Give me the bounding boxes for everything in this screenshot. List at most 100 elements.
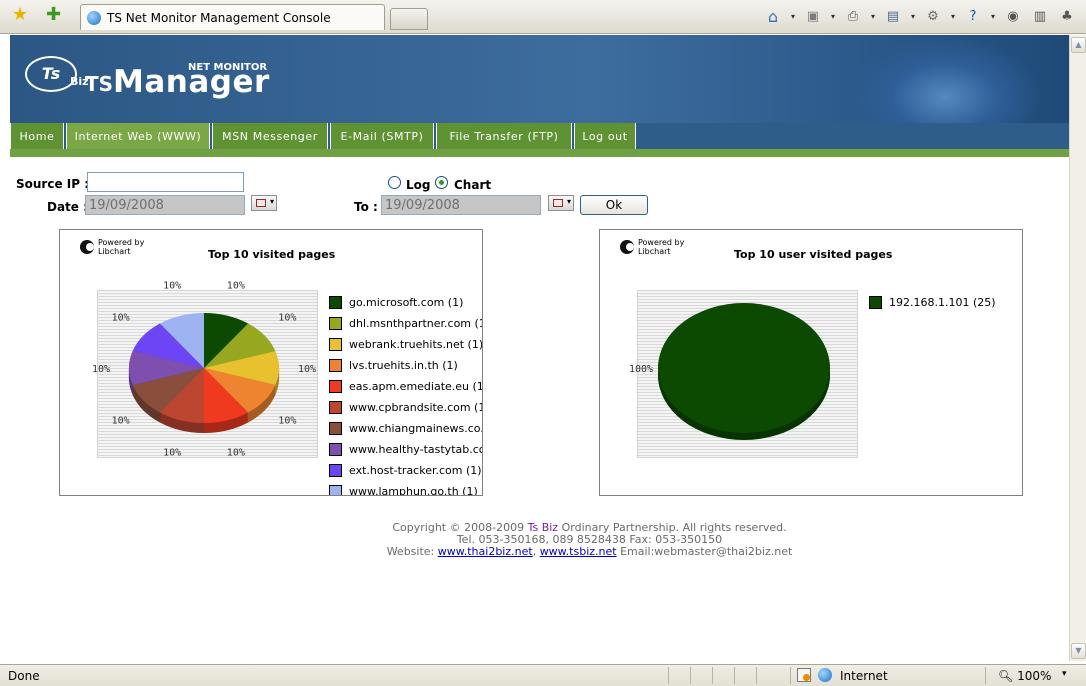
legend-label: www.chiangmainews.co. (349, 422, 483, 435)
legend-label: www.healthy-tastytab.co (349, 443, 483, 456)
legend-label: 192.168.1.101 (25) (889, 296, 996, 309)
status-divider (690, 667, 691, 684)
legend-swatch (329, 338, 342, 351)
legend-swatch (329, 380, 342, 393)
help-dropdown-icon[interactable]: ▾ (989, 5, 997, 27)
pie-data-label: 10% (227, 448, 245, 459)
status-divider (790, 667, 791, 684)
research-icon[interactable]: ◉ (1002, 5, 1024, 27)
page-menu-icon[interactable]: ▤ (882, 5, 904, 27)
page-dropdown-icon[interactable]: ▾ (909, 5, 917, 27)
home-icon[interactable]: ⌂ (762, 5, 784, 27)
protected-mode-icon[interactable] (797, 668, 811, 682)
nav-divider (10, 149, 1069, 157)
source-ip-input[interactable] (87, 172, 244, 192)
legend-label: www.cpbrandsite.com (1) (349, 401, 483, 414)
add-favorites-icon[interactable]: ✚ (46, 6, 61, 24)
home-dropdown-icon[interactable]: ▾ (789, 5, 797, 27)
tab-title: TS Net Monitor Management Console (107, 11, 331, 25)
legend-label: ext.host-tracker.com (1) (349, 464, 482, 477)
nav-tab-internet-web[interactable]: Internet Web (WWW) (66, 123, 210, 149)
feeds-dropdown-icon[interactable]: ▾ (829, 5, 837, 27)
chart-panel-visited-pages: Powered by Libchart Top 10 visited pages… (59, 229, 483, 496)
pie-data-label: 10% (278, 416, 296, 427)
nav-tab-log-out[interactable]: Log out (574, 123, 636, 149)
nav-tab-email-smtp[interactable]: E-Mail (SMTP) (330, 123, 434, 149)
print-dropdown-icon[interactable]: ▾ (869, 5, 877, 27)
legend-label: eas.apm.emediate.eu (1) (349, 380, 483, 393)
pie-chart-svg: 100% (629, 303, 830, 440)
status-text: Done (8, 669, 40, 683)
pie-data-label: 10% (278, 312, 296, 323)
date-to-calendar-button[interactable]: ▾ (548, 195, 574, 211)
browser-toolbar: ★ ✚ TS Net Monitor Management Console ⌂ … (0, 0, 1086, 34)
legend-swatch (869, 296, 882, 309)
pie-data-label: 10% (298, 364, 316, 375)
status-divider (985, 667, 986, 684)
source-ip-label: Source IP : (16, 177, 90, 191)
status-bar: Done Internet 🔍︎ 100% ▾ (0, 664, 1086, 686)
scroll-up-button[interactable]: ▲ (1071, 37, 1086, 53)
tools-gear-icon[interactable]: ⚙ (922, 5, 944, 27)
command-bar: ⌂ ▾ ▣ ▾ ⎙ ▾ ▤ ▾ ⚙ ▾ ? ▾ ◉ ▥ ♣ (762, 5, 1078, 27)
date-from-field[interactable] (85, 195, 245, 215)
chart-panel-user-visited-pages: Powered by Libchart Top 10 user visited … (599, 229, 1023, 496)
tools-dropdown-icon[interactable]: ▾ (949, 5, 957, 27)
page-viewport: Ts Biz TS Manager NET MONITOR Home Inter… (10, 35, 1069, 661)
website-link-thai2biz[interactable]: www.thai2biz.net (438, 545, 533, 558)
pie-data-label: 10% (112, 416, 130, 427)
feeds-icon[interactable]: ▣ (802, 5, 824, 27)
favorites-star-icon[interactable]: ★ (12, 6, 28, 24)
legend-label: lvs.truehits.in.th (1) (349, 359, 458, 372)
pie-slice (658, 303, 830, 433)
scroll-down-button[interactable]: ▼ (1071, 643, 1086, 659)
date-from-calendar-button[interactable]: ▾ (251, 195, 277, 211)
nav-tab-file-transfer-ftp[interactable]: File Transfer (FTP) (436, 123, 572, 149)
legend-swatch (329, 464, 342, 477)
status-divider (712, 667, 713, 684)
security-zone-label: Internet (840, 669, 888, 683)
legend-label: go.microsoft.com (1) (349, 296, 464, 309)
date-to-field[interactable] (381, 195, 541, 215)
ok-button[interactable]: Ok (580, 195, 648, 215)
status-divider (668, 667, 669, 684)
zoom-dropdown-icon[interactable]: ▾ (1062, 669, 1067, 679)
zoom-level[interactable]: 🔍︎ 100% (998, 669, 1051, 683)
page-favicon-icon (87, 11, 101, 25)
nav-tab-msn-messenger[interactable]: MSN Messenger (212, 123, 328, 149)
view-chart-radio[interactable] (435, 176, 448, 189)
page-footer: Copyright © 2008-2009 Ts Biz Ordinary Pa… (10, 522, 1069, 558)
chevron-down-icon: ▾ (269, 197, 274, 206)
legend-swatch (329, 401, 342, 414)
legend-swatch (329, 317, 342, 330)
chart-legend: go.microsoft.com (1) dhl.msnthpartner.com… (329, 296, 483, 496)
extension-icon[interactable]: ♣ (1056, 5, 1078, 27)
calendar-icon (553, 199, 563, 207)
new-tab-button[interactable] (390, 8, 428, 30)
print-icon[interactable]: ⎙ (842, 5, 864, 27)
legend-swatch (329, 485, 342, 495)
view-chart-label: Chart (454, 178, 492, 192)
pie-data-label: 100% (629, 364, 653, 375)
logo-tagline: NET MONITOR (188, 62, 268, 73)
zoom-value: 100% (1017, 669, 1052, 683)
legend-swatch (329, 443, 342, 456)
chevron-down-icon: ▾ (566, 197, 571, 206)
legend-label: www.lamphun.go.th (1) (349, 485, 478, 496)
internet-zone-icon (818, 668, 832, 682)
vertical-scrollbar[interactable]: ▲ ▼ (1069, 35, 1086, 661)
globe-graphic (850, 37, 1040, 123)
website-label: Website: (386, 545, 435, 558)
view-log-label: Log (406, 178, 431, 192)
pie-data-label: 10% (227, 280, 245, 291)
help-icon[interactable]: ? (962, 5, 984, 27)
chart-legend: 192.168.1.101 (25) (869, 296, 1022, 356)
pie-data-label: 10% (92, 364, 110, 375)
browser-tab[interactable]: TS Net Monitor Management Console (80, 4, 385, 30)
nav-tab-home[interactable]: Home (10, 123, 64, 149)
website-link-tsbiz[interactable]: www.tsbiz.net (540, 545, 617, 558)
translate-icon[interactable]: ▥ (1029, 5, 1051, 27)
date-to-label: To : (354, 200, 378, 214)
header-banner: Ts Biz TS Manager NET MONITOR (10, 35, 1069, 123)
view-log-radio[interactable] (388, 176, 401, 189)
